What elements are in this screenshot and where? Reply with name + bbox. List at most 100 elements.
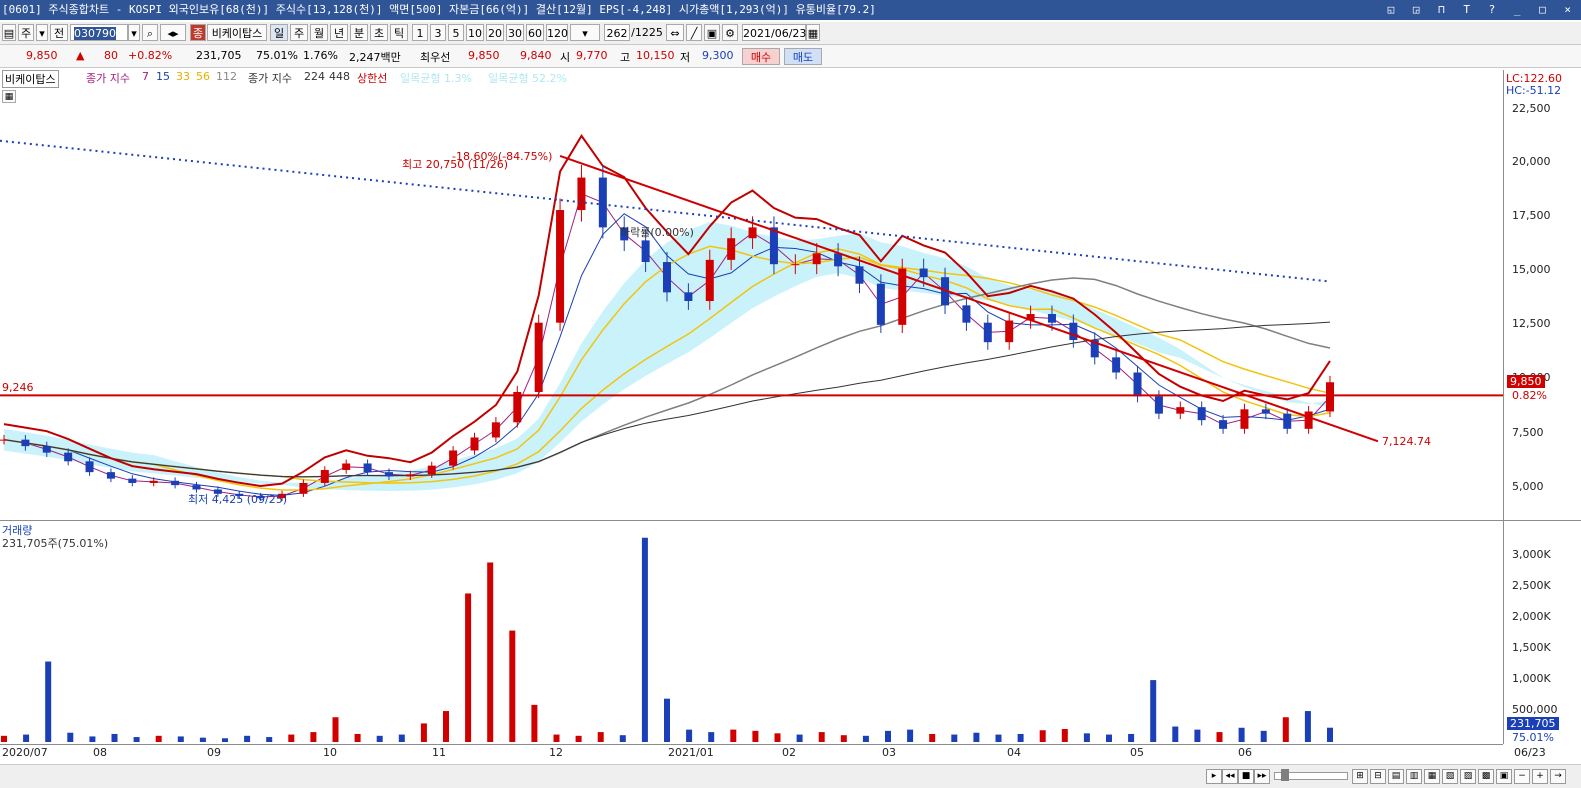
best-label: 최우선 [420, 51, 451, 64]
calendar-icon[interactable]: ▦ [806, 24, 820, 41]
count-input[interactable]: 262 [604, 24, 630, 41]
volume-bar [1017, 733, 1024, 742]
layout-icon-9[interactable]: ▣ [1496, 769, 1512, 784]
candle-body [1283, 413, 1292, 429]
y-tick-5000: 5,000 [1512, 480, 1544, 493]
volume-bar [45, 661, 52, 742]
zoom-slider-handle[interactable] [1281, 769, 1289, 781]
code-input[interactable]: 030790 [70, 24, 128, 41]
fast-forward-icon[interactable]: ▸▸ [1254, 769, 1270, 784]
right-axis-border [1503, 70, 1504, 744]
search-icon[interactable]: ⌕ [142, 24, 158, 41]
volume-bar [244, 735, 251, 742]
code-dropdown-icon[interactable]: ▾ [128, 24, 140, 41]
layout-icon-1[interactable]: ⊞ [1352, 769, 1368, 784]
period-second[interactable]: 초 [370, 24, 388, 41]
stock-name[interactable]: 비케이탑스 [207, 24, 267, 41]
price-chart[interactable] [0, 70, 1581, 760]
vol-tick-2000k: 2,000K [1512, 610, 1551, 623]
rewind-icon[interactable]: ◂◂ [1222, 769, 1238, 784]
stop-icon[interactable]: ■ [1238, 769, 1254, 784]
interval-custom-select[interactable]: ▾ [570, 24, 600, 41]
candle-body [491, 422, 500, 438]
current-price: 9,850 [26, 49, 58, 62]
high-price: 10,150 [636, 49, 675, 62]
volume-bar [398, 734, 405, 742]
volume-bar [575, 735, 582, 742]
chart-toolbar: ▤ 주 ▾ 전 030790 ▾ ⌕ ◂▸ 종 비케이탑스 일 주 월 년 분 … [0, 22, 1581, 45]
draw-icon[interactable]: ╱ [686, 24, 702, 41]
candle-body [1240, 409, 1249, 429]
volume-bar [1238, 727, 1245, 742]
period-year[interactable]: 년 [330, 24, 348, 41]
layout-icon-4[interactable]: ▥ [1406, 769, 1422, 784]
candle-body [1133, 372, 1142, 397]
layout-icon-3[interactable]: ▤ [1388, 769, 1404, 784]
interval-10[interactable]: 10 [466, 24, 484, 41]
interval-60[interactable]: 60 [526, 24, 544, 41]
candle-body [128, 478, 137, 483]
layout-icon-6[interactable]: ▧ [1442, 769, 1458, 784]
arrow-right-icon[interactable]: → [1550, 769, 1566, 784]
layout-icon-7[interactable]: ▨ [1460, 769, 1476, 784]
interval-5[interactable]: 5 [448, 24, 464, 41]
speaker-icon[interactable]: ◂▸ [160, 24, 186, 41]
window-control-buttons[interactable]: ◱ ◲ ⊓ T ? _ □ × [1388, 0, 1577, 20]
market-select[interactable]: 주 [18, 24, 34, 41]
zoom-icon[interactable]: ⇔ [666, 24, 684, 41]
volume-bar [376, 735, 383, 742]
volume-bar [1106, 734, 1112, 742]
interval-30[interactable]: 30 [506, 24, 524, 41]
zoom-out-icon[interactable]: − [1514, 769, 1530, 784]
interval-1[interactable]: 1 [412, 24, 428, 41]
volume-bar [774, 733, 781, 742]
scroll-right-icon[interactable]: ▸ [1206, 769, 1222, 784]
volume-bar [222, 738, 228, 742]
volume-bar [708, 732, 715, 742]
period-week[interactable]: 주 [290, 24, 308, 41]
candle-body [427, 465, 436, 475]
candle-body [363, 463, 372, 473]
menu-icon[interactable]: ▤ [2, 24, 16, 41]
zoom-in-icon[interactable]: + [1532, 769, 1548, 784]
chevron-down-icon[interactable]: ▾ [36, 24, 48, 41]
x-tick-05: 05 [1130, 746, 1144, 759]
period-day[interactable]: 일 [270, 24, 288, 41]
period-tick[interactable]: 틱 [390, 24, 408, 41]
volume-bar [619, 735, 626, 742]
candle-body [513, 391, 522, 423]
volume-bar [995, 734, 1002, 742]
price-change-pct: +0.82% [128, 49, 173, 62]
interval-120[interactable]: 120 [546, 24, 568, 41]
period-month[interactable]: 월 [310, 24, 328, 41]
prev-button[interactable]: 전 [50, 24, 68, 41]
interval-3[interactable]: 3 [430, 24, 446, 41]
volume-bar [553, 734, 560, 742]
high-label: 고 [620, 51, 631, 64]
interval-20[interactable]: 20 [486, 24, 504, 41]
period-minute[interactable]: 분 [350, 24, 368, 41]
volume-bar [686, 729, 693, 742]
candle-body [812, 253, 821, 265]
x-tick-06: 06 [1238, 746, 1252, 759]
layout-icon-8[interactable]: ▩ [1478, 769, 1494, 784]
volume-bar [840, 735, 847, 742]
gear-icon[interactable]: ⚙ [722, 24, 738, 41]
volume-bar [885, 730, 891, 742]
sell-button[interactable]: 매도 [784, 48, 822, 65]
date-input[interactable]: 2021/06/23 [742, 24, 806, 41]
volume-bar [420, 723, 427, 742]
zoom-slider[interactable] [1274, 769, 1348, 781]
volume-bar [597, 732, 604, 742]
candle-body [983, 322, 992, 343]
x-tick-12: 12 [549, 746, 563, 759]
save-icon[interactable]: ▣ [704, 24, 720, 41]
buy-button[interactable]: 매수 [742, 48, 780, 65]
pane-divider[interactable] [0, 520, 1581, 521]
trade-amount: 2,247백만 [349, 51, 401, 64]
layout-icon-5[interactable]: ▦ [1424, 769, 1440, 784]
y-tick-12500: 12,500 [1512, 317, 1551, 330]
candle-body [855, 266, 864, 284]
layout-icon-2[interactable]: ⊟ [1370, 769, 1386, 784]
vol-tick-2500k: 2,500K [1512, 579, 1551, 592]
